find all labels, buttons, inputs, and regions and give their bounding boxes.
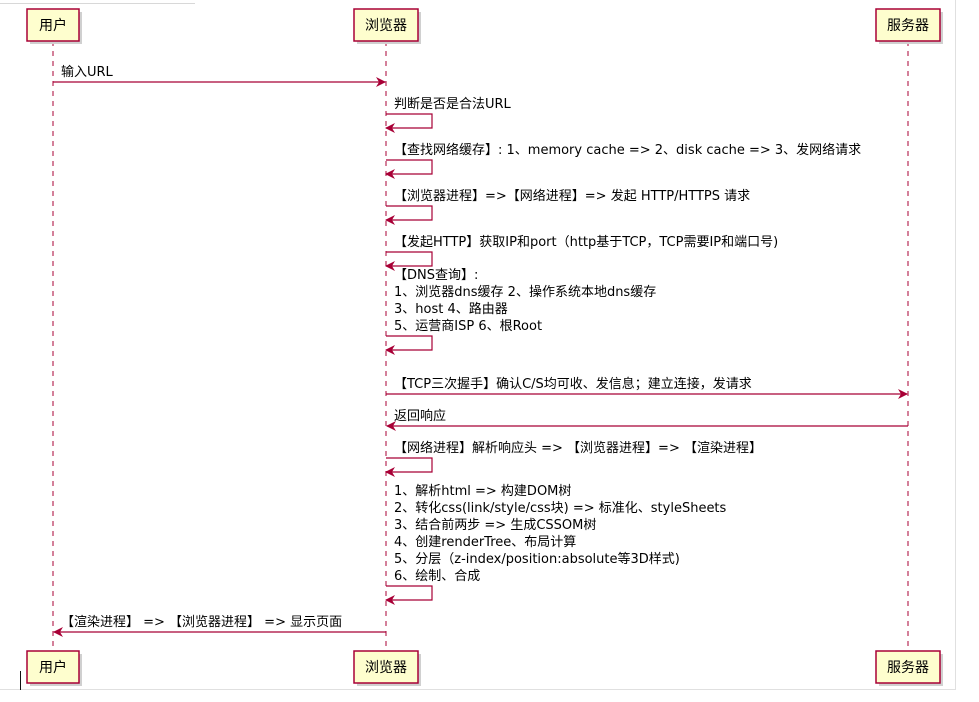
participant-server-bottom: 服务器 <box>875 650 943 686</box>
message-4: 【浏览器进程】=>【网络进程】=> 发起 HTTP/HTTPS 请求 <box>385 188 750 225</box>
message-1: 输入URL <box>53 64 386 87</box>
message-5: 【发起HTTP】获取IP和port（http基于TCP，TCP需要IP和端口号) <box>385 234 778 271</box>
message-text: 1、解析html => 构建DOM树 <box>394 484 571 499</box>
message-8: 返回响应 <box>386 408 908 431</box>
message-10: 1、解析html => 构建DOM树 2、转化css(link/style/css… <box>385 484 727 605</box>
participant-server-top: 服务器 <box>875 8 943 44</box>
message-text: 【DNS查询】: <box>394 268 478 283</box>
participant-label: 服务器 <box>887 660 929 676</box>
participant-label: 浏览器 <box>365 18 407 34</box>
message-11: 【渲染进程】 => 【浏览器进程】 => 显示页面 <box>53 614 386 637</box>
sequence-diagram: 用户 用户 浏览器 浏览器 服务器 服务器 输入URL 判断是否是合法URL 【查找网络缓存】… <box>0 0 979 702</box>
message-text: 【浏览器进程】=>【网络进程】=> 发起 HTTP/HTTPS 请求 <box>394 188 750 204</box>
message-9: 【网络进程】解析响应头 => 【浏览器进程】=> 【渲染进程】 <box>385 440 762 477</box>
message-text: 5、运营商ISP 6、根Root <box>394 319 542 334</box>
message-text: 【网络进程】解析响应头 => 【浏览器进程】=> 【渲染进程】 <box>394 440 762 456</box>
self-arrow <box>385 335 433 355</box>
participant-label: 浏览器 <box>365 660 407 676</box>
participant-browser-top: 浏览器 <box>353 8 421 44</box>
message-text: 输入URL <box>61 64 114 80</box>
message-text: 5、分层（z-index/position:absolute等3D样式) <box>394 551 680 567</box>
self-arrow <box>385 113 433 133</box>
messages: 输入URL 判断是否是合法URL 【查找网络缓存】: 1、memory cache … <box>53 64 908 637</box>
message-text: 2、转化css(link/style/css块) => 标准化、styleShe… <box>394 501 727 516</box>
self-arrow <box>385 585 433 605</box>
participant-browser-bottom: 浏览器 <box>353 650 421 686</box>
self-arrow <box>385 457 433 477</box>
participant-user-bottom: 用户 <box>26 650 82 686</box>
self-arrow <box>385 159 433 179</box>
message-text: 6、绘制、合成 <box>394 569 480 584</box>
self-arrow <box>385 205 433 225</box>
message-text: 【查找网络缓存】: 1、memory cache => 2、disk cache… <box>394 142 861 158</box>
message-text: 1、浏览器dns缓存 2、操作系统本地dns缓存 <box>394 284 656 300</box>
message-text: 4、创建renderTree、布局计算 <box>394 535 576 550</box>
participant-label: 服务器 <box>887 18 929 34</box>
diagram-canvas: 用户用户浏览器浏览器服务器服务器 输入URL判断是否是合法URL【查找网络缓存】… <box>26 8 943 686</box>
message-2: 判断是否是合法URL <box>385 97 512 133</box>
message-7: 【TCP三次握手】确认C/S均可收、发信息；建立连接，发请求 <box>386 376 908 399</box>
message-text: 【渲染进程】 => 【浏览器进程】 => 显示页面 <box>61 614 342 630</box>
message-text: 返回响应 <box>394 408 446 424</box>
message-text: 【TCP三次握手】确认C/S均可收、发信息；建立连接，发请求 <box>394 376 752 392</box>
message-text: 3、host 4、路由器 <box>394 301 508 317</box>
message-text: 【发起HTTP】获取IP和port（http基于TCP，TCP需要IP和端口号) <box>394 234 778 250</box>
participant-label: 用户 <box>39 17 67 34</box>
participant-user-top: 用户 <box>26 8 82 44</box>
message-text: 3、结合前两步 => 生成CSSOM树 <box>394 517 596 533</box>
participant-label: 用户 <box>39 659 67 676</box>
self-arrow <box>385 251 433 271</box>
message-6: 【DNS查询】:1、浏览器dns缓存 2、操作系统本地dns缓存3、host 4… <box>385 268 656 355</box>
message-text: 判断是否是合法URL <box>394 97 512 112</box>
message-3: 【查找网络缓存】: 1、memory cache => 2、disk cache… <box>385 142 861 179</box>
